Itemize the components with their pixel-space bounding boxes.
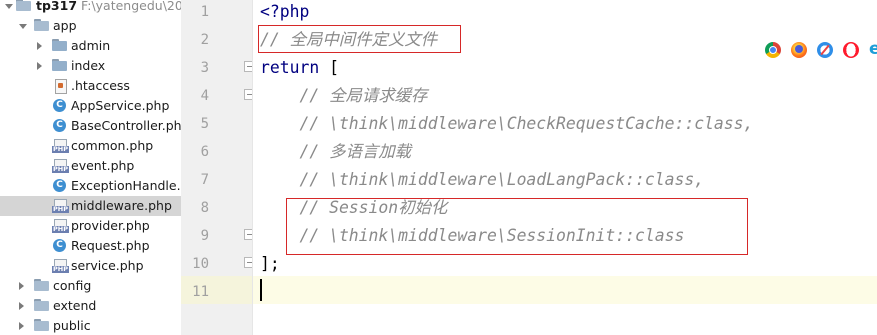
project-tree: tp317F:\yatengedu\2021 app admin index .… — [0, 0, 181, 335]
opera-icon[interactable] — [843, 42, 859, 58]
chevron-down-icon[interactable] — [4, 0, 14, 16]
tree-item-provider[interactable]: provider.php — [0, 216, 181, 236]
php-class-icon — [52, 99, 68, 113]
tree-item-label: config — [53, 278, 92, 293]
chevron-down-icon[interactable] — [18, 16, 28, 36]
line-number: 6 — [200, 144, 209, 160]
php-file-icon — [52, 159, 69, 173]
browser-preview-bar — [757, 38, 877, 62]
tree-item-label: provider.php — [71, 218, 150, 233]
php-file-icon — [52, 199, 69, 213]
chevron-right-icon[interactable] — [36, 36, 46, 56]
editor-gutter: 1 2 3 4 5 6 7 8 9 10 11 — [181, 0, 255, 335]
tree-item-label: Request.php — [71, 238, 150, 253]
folder-icon — [16, 0, 32, 13]
project-root-path: F:\yatengedu\2021 — [81, 0, 181, 13]
tree-item-label: app — [53, 18, 77, 33]
code-line-1[interactable]: <?php — [260, 0, 309, 26]
line-number: 7 — [200, 172, 209, 188]
tree-item-label: ExceptionHandle.p — [71, 178, 181, 193]
code-line-7[interactable]: // \think\middleware\LoadLangPack::class… — [260, 166, 704, 194]
project-root-label: tp317 — [36, 0, 78, 13]
array-open-bracket: [ — [319, 58, 339, 77]
code-line-6[interactable]: // 多语言加载 — [260, 138, 411, 166]
tree-item-public[interactable]: public — [0, 316, 181, 335]
chrome-icon[interactable] — [765, 42, 781, 58]
chevron-right-icon[interactable] — [18, 316, 28, 335]
tree-item-label: index — [71, 58, 106, 73]
line-number: 8 — [200, 200, 209, 216]
folder-icon — [34, 299, 50, 313]
tree-item-label: admin — [71, 38, 111, 53]
chevron-right-icon[interactable] — [18, 276, 28, 296]
tree-item-exceptionhandle[interactable]: ExceptionHandle.p — [0, 176, 181, 196]
tree-item-appservice[interactable]: AppService.php — [0, 96, 181, 116]
tree-item-basecontroller[interactable]: BaseController.php — [0, 116, 181, 136]
chevron-right-icon[interactable] — [18, 296, 28, 316]
firefox-icon[interactable] — [791, 42, 807, 58]
tree-item-config[interactable]: config — [0, 276, 181, 296]
tree-item-index[interactable]: index — [0, 56, 181, 76]
tree-item-common[interactable]: common.php — [0, 136, 181, 156]
php-file-icon — [52, 139, 69, 153]
folder-icon — [34, 279, 50, 293]
text-caret — [260, 279, 262, 301]
folder-icon — [52, 59, 68, 73]
php-class-icon — [52, 239, 68, 253]
tree-item-label: extend — [53, 298, 97, 313]
code-line-10[interactable]: ]; — [260, 250, 280, 278]
tree-item-middleware[interactable]: middleware.php — [0, 196, 181, 216]
return-keyword: return — [260, 58, 320, 77]
chevron-right-icon[interactable] — [36, 56, 46, 76]
tree-item-htaccess[interactable]: .htaccess — [0, 76, 181, 96]
tree-item-label: .htaccess — [71, 78, 130, 93]
tree-item-extend[interactable]: extend — [0, 296, 181, 316]
tree-item-label: service.php — [71, 258, 144, 273]
tree-item-admin[interactable]: admin — [0, 36, 181, 56]
tree-item-label: public — [53, 318, 91, 333]
line-number: 5 — [200, 116, 209, 132]
php-class-icon — [52, 119, 68, 133]
php-file-icon — [52, 259, 69, 273]
tree-item-label: middleware.php — [71, 198, 172, 213]
tree-item-label: BaseController.php — [71, 118, 181, 133]
php-class-icon — [52, 179, 68, 193]
tree-item-app[interactable]: app — [0, 16, 181, 36]
tree-item-label: AppService.php — [71, 98, 170, 113]
annotation-box-session-init — [286, 198, 748, 255]
tree-item-event[interactable]: event.php — [0, 156, 181, 176]
code-line-3[interactable]: return [ — [260, 54, 339, 82]
line-number: 4 — [200, 88, 209, 104]
php-file-icon — [52, 219, 69, 233]
safari-icon[interactable] — [817, 42, 833, 58]
htaccess-file-icon — [52, 79, 68, 94]
tree-item-label: common.php — [71, 138, 154, 153]
code-line-4[interactable]: // 全局请求缓存 — [260, 82, 427, 110]
code-line-5[interactable]: // \think\middleware\CheckRequestCache::… — [260, 110, 753, 138]
folder-icon — [34, 319, 50, 333]
current-line-highlight — [253, 276, 877, 304]
line-number: 11 — [192, 284, 209, 300]
line-number: 10 — [192, 256, 209, 272]
tree-item-request[interactable]: Request.php — [0, 236, 181, 256]
line-number: 1 — [200, 4, 209, 20]
ie-icon[interactable] — [867, 39, 877, 59]
folder-icon — [34, 19, 50, 33]
tree-root-tp317[interactable]: tp317F:\yatengedu\2021 — [0, 0, 181, 16]
line-number: 3 — [200, 60, 209, 76]
line-number: 2 — [200, 32, 209, 48]
tree-item-service[interactable]: service.php — [0, 256, 181, 276]
line-number: 9 — [200, 228, 209, 244]
annotation-box-line-2 — [258, 25, 461, 53]
folder-icon — [52, 39, 68, 53]
tree-item-label: event.php — [71, 158, 135, 173]
